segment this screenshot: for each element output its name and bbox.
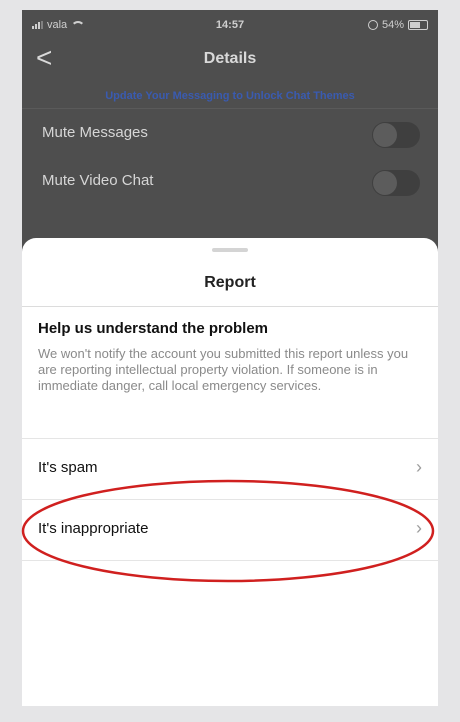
mute-video-chat-toggle[interactable] xyxy=(372,170,420,196)
setting-label: Mute Messages xyxy=(42,124,148,141)
mute-messages-toggle[interactable] xyxy=(372,122,420,148)
phone-screen: vala 14:57 54% < Details Update Your Mes… xyxy=(22,10,438,706)
status-right: 54% xyxy=(367,19,428,31)
status-bar: vala 14:57 54% xyxy=(22,10,438,38)
divider xyxy=(22,306,438,307)
sheet-grabber[interactable] xyxy=(212,248,248,252)
page-title: Details xyxy=(203,50,257,67)
chevron-right-icon: › xyxy=(416,457,422,477)
help-body-text: We won't notify the account you submitte… xyxy=(38,346,409,393)
nav-header: < Details xyxy=(22,38,438,78)
option-label: It's spam xyxy=(38,459,98,476)
setting-label: Mute Video Chat xyxy=(42,172,154,189)
setting-row-mute-video-chat: Mute Video Chat xyxy=(22,160,438,204)
setting-row-mute-messages: Mute Messages xyxy=(22,112,438,156)
chevron-right-icon: › xyxy=(416,518,422,538)
report-option-spam[interactable]: It's spam › xyxy=(22,438,438,499)
report-option-inappropriate[interactable]: It's inappropriate › xyxy=(22,499,438,561)
battery-percent: 54% xyxy=(381,19,404,31)
sheet-title: Report xyxy=(204,274,256,291)
chat-themes-banner[interactable]: Update Your Messaging to Unlock Chat The… xyxy=(22,84,438,109)
battery-icon xyxy=(408,20,428,30)
help-heading: Help us understand the problem xyxy=(38,320,269,337)
orientation-lock-icon xyxy=(367,20,378,30)
report-bottom-sheet: Report Help us understand the problem We… xyxy=(22,238,438,706)
option-label: It's inappropriate xyxy=(38,520,149,537)
